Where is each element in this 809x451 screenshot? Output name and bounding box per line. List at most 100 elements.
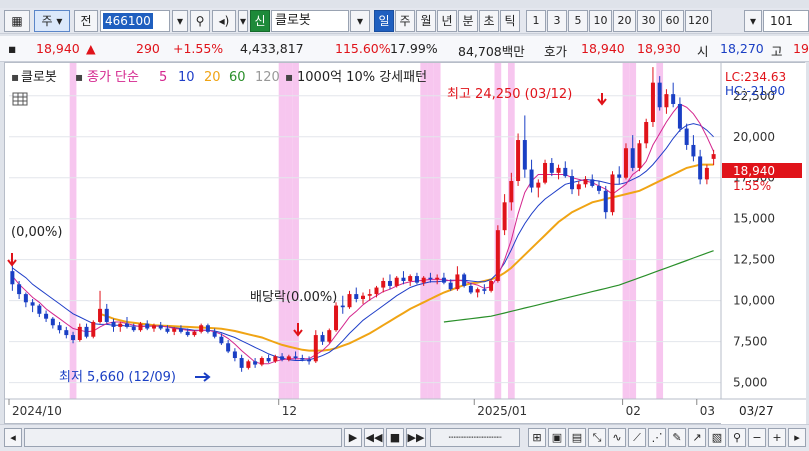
interval-button[interactable]: 20 (613, 10, 636, 32)
interval-button[interactable]: 30 (637, 10, 660, 32)
period-button[interactable]: 월 (416, 10, 436, 32)
play-button[interactable]: ▶ (344, 428, 362, 447)
candle-body (354, 294, 359, 300)
candle-body (226, 343, 231, 352)
candle-body (151, 325, 156, 329)
fan-icon[interactable]: ⋰ (648, 428, 666, 447)
candle (361, 292, 365, 304)
pen-icon[interactable]: ✎ (668, 428, 686, 447)
code-dropdown-icon[interactable]: ▾ (172, 10, 188, 32)
jeon-button[interactable]: 전 (74, 10, 98, 32)
name-dropdown-icon[interactable]: ▾ (350, 10, 370, 32)
time-tick-label: 12 (282, 404, 297, 418)
candle-body (212, 331, 217, 337)
wave-icon[interactable]: ∿ (608, 428, 626, 447)
rewind-button[interactable]: ◀◀ (364, 428, 384, 447)
candle-body (300, 358, 305, 360)
candle-body (441, 277, 446, 283)
count-input[interactable]: 101 (763, 10, 809, 32)
crosshair-icon[interactable]: ⊞ (528, 428, 546, 447)
grid-toggle-icon[interactable] (12, 92, 28, 106)
interval-button[interactable]: 60 (661, 10, 684, 32)
quote-bar: ▪ 18,940 ▲ 290 +1.55% 4,433,817 115.60% … (0, 36, 809, 62)
interval-button[interactable]: 10 (589, 10, 612, 32)
candle-body (246, 361, 251, 368)
chart-panel[interactable]: 22,50020,00017,50015,00012,50010,0007,50… (4, 62, 806, 425)
window-icon[interactable]: ▦ (4, 10, 30, 32)
range-slider[interactable]: ┈┈┈┈┈┈┈┈ (430, 428, 520, 447)
period-button[interactable]: 틱 (500, 10, 520, 32)
speaker-icon[interactable]: ◂) (212, 10, 236, 32)
interval-dropdown-icon[interactable]: ▾ (744, 10, 762, 32)
candle (462, 272, 467, 288)
trend-icon[interactable]: ⟋ (628, 428, 646, 447)
candle-body (293, 356, 298, 359)
stop-button[interactable]: ■ (386, 428, 404, 447)
legend-ma5: 5 (159, 70, 167, 85)
zoom-in-button[interactable]: + (768, 428, 786, 447)
interval-button[interactable]: 5 (568, 10, 588, 32)
stock-name-field[interactable]: 클로봇 (271, 10, 349, 32)
interval-button[interactable]: 1 (526, 10, 546, 32)
chart-toolbar: ▦ 주 ▾ 전 466100 ▾ ⚲ ◂) ▾ 신 클로봇 ▾ ▾ 101 일주… (0, 8, 809, 34)
candle-body (118, 323, 123, 327)
candle-body (617, 174, 622, 178)
candle-body (280, 356, 285, 360)
horizontal-scrollbar[interactable] (24, 428, 342, 447)
scroll-left-icon[interactable]: ◂ (4, 428, 22, 447)
zoom-out-button[interactable]: − (748, 428, 766, 447)
candle (563, 161, 568, 178)
candle (145, 320, 150, 331)
interval-button[interactable]: 120 (685, 10, 712, 32)
candle-body (273, 356, 278, 362)
scroll-right-icon[interactable]: ▸ (788, 428, 806, 447)
zoom-icon[interactable]: ⚲ (728, 428, 746, 447)
trade-amount: 84,708백만 (458, 44, 525, 59)
candle-body (239, 358, 244, 368)
separator-dropdown-icon[interactable]: ▾ (238, 10, 248, 32)
interval-button[interactable]: 3 (547, 10, 567, 32)
candle-body (556, 167, 561, 173)
candlestick-chart[interactable]: 22,50020,00017,50015,00012,50010,0007,50… (5, 63, 806, 425)
legend-ma20: 20 (204, 70, 221, 85)
window-tile-icon[interactable]: ▣ (548, 428, 566, 447)
candle (98, 290, 103, 324)
candle (239, 354, 244, 372)
candle-body (428, 277, 433, 280)
period-button[interactable]: 일 (374, 10, 394, 32)
line-tool-icon[interactable]: ⤡ (588, 428, 606, 447)
candle (644, 118, 649, 149)
stock-code-input[interactable]: 466100 (100, 10, 170, 32)
candle (259, 356, 264, 367)
candle-body (84, 326, 89, 337)
legend-pattern-marker-icon: ▪ (285, 70, 293, 84)
candle (334, 302, 339, 332)
search-icon[interactable]: ⚲ (190, 10, 210, 32)
candle (381, 277, 386, 293)
candle-layer (10, 67, 716, 372)
candle-body (522, 140, 527, 170)
pattern-highlight-band (278, 63, 286, 399)
arrow-tool-icon[interactable]: ↗ (688, 428, 706, 447)
period-button[interactable]: 초 (479, 10, 499, 32)
candle-body (185, 331, 190, 336)
period-button[interactable]: 주 (395, 10, 415, 32)
candle-body (77, 326, 82, 340)
capture-icon[interactable]: ▧ (708, 428, 726, 447)
table-icon[interactable]: ▤ (568, 428, 586, 447)
market-label: 주 (41, 14, 53, 28)
candle-body (462, 274, 467, 286)
period-button[interactable]: 분 (458, 10, 478, 32)
candle-body (489, 280, 494, 291)
candle-body (158, 325, 163, 329)
fast-forward-button[interactable]: ▶▶ (406, 428, 426, 447)
period-button[interactable]: 년 (437, 10, 457, 32)
candle (502, 194, 507, 236)
candle (394, 276, 399, 288)
chart-window: ▦ 주 ▾ 전 466100 ▾ ⚲ ◂) ▾ 신 클로봇 ▾ ▾ 101 일주… (0, 0, 809, 451)
candle (489, 279, 494, 293)
candle-body (421, 277, 426, 283)
candle-body (495, 230, 500, 281)
market-select[interactable]: 주 ▾ (34, 10, 70, 32)
candle-body (664, 94, 669, 108)
